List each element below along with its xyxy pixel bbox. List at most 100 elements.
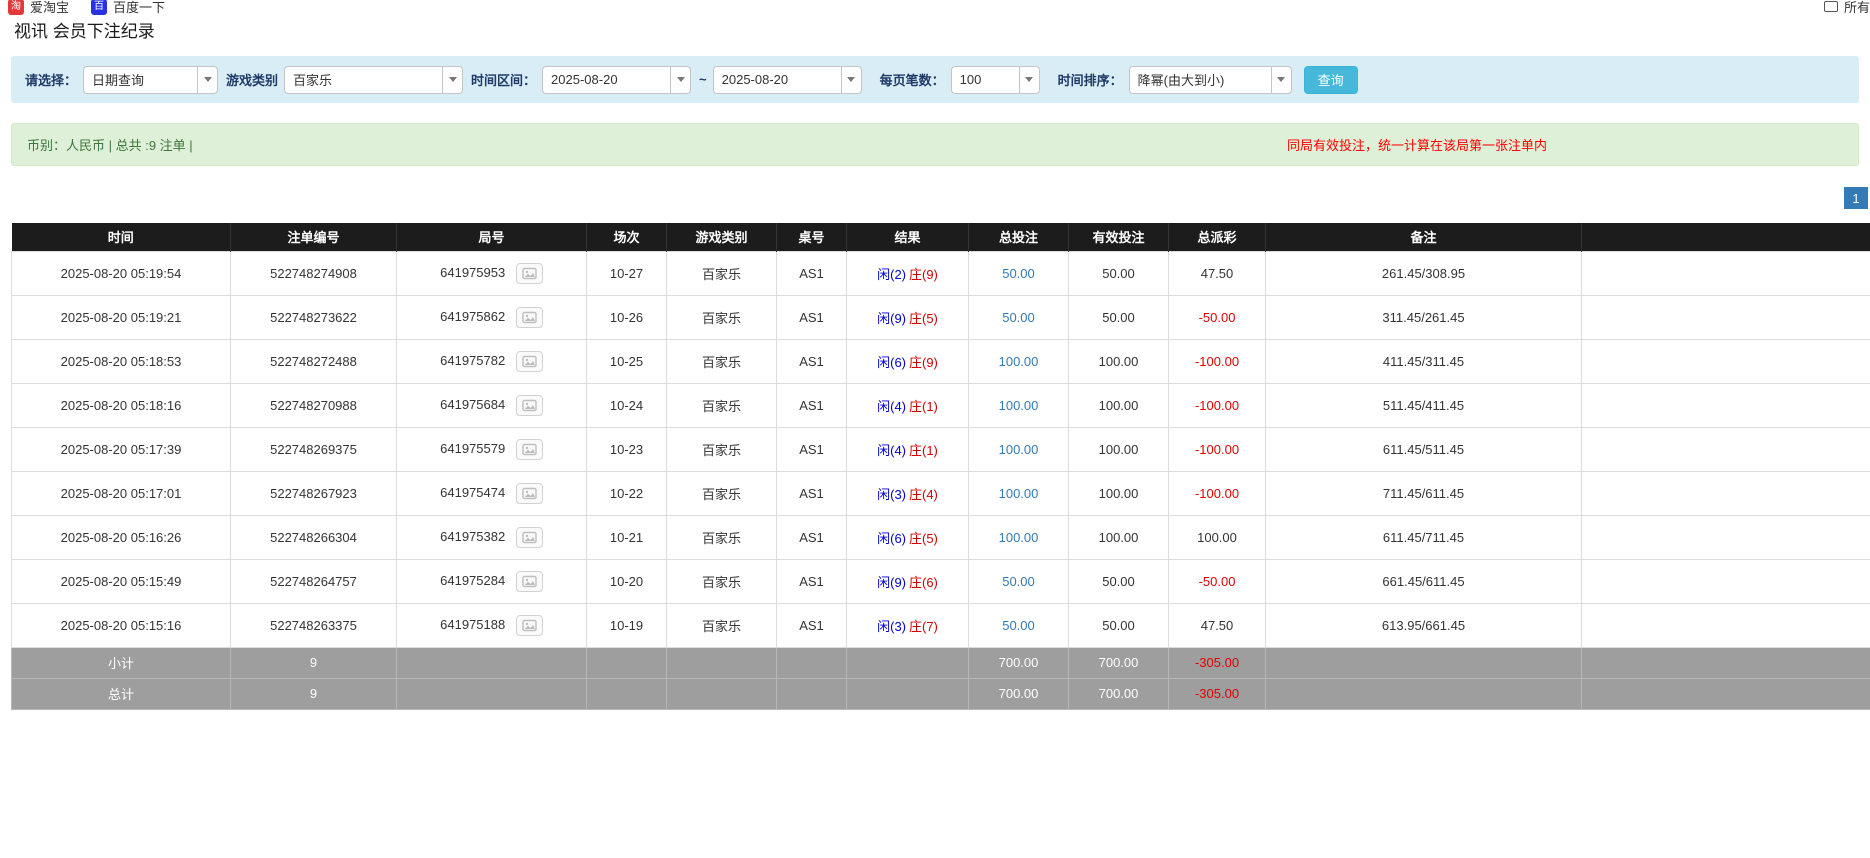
cell-note: 311.45/261.45 [1266,295,1582,339]
cell-bet-number: 522748263375 [231,603,397,647]
sort-order-label: 时间排序： [1058,70,1123,89]
chevron-down-icon [449,77,457,82]
card-preview-icon[interactable] [516,395,543,416]
date-to-dropdown-button[interactable] [841,66,862,94]
page-size-input[interactable] [951,66,1019,94]
bet-records-table: 时间 注单编号 局号 场次 游戏类别 桌号 结果 总投注 有效投注 总派彩 备注… [11,223,1870,710]
cell-note: 611.45/711.45 [1266,515,1582,559]
bookmark-taobao[interactable]: 淘 爱淘宝 [8,0,69,15]
cell-table-number: AS1 [777,383,847,427]
table-row: 2025-08-20 05:17:01 522748267923 6419754… [12,471,1870,515]
cell-filler [1582,251,1870,295]
card-preview-icon[interactable] [516,439,543,460]
bookmark-baidu[interactable]: 百 百度一下 [91,0,165,15]
total-bet-link[interactable]: 100.00 [999,530,1039,545]
cell-filler [1582,383,1870,427]
col-header-total-bet: 总投注 [969,223,1069,251]
card-preview-icon[interactable] [516,351,543,372]
table-row: 2025-08-20 05:17:39 522748269375 6419755… [12,427,1870,471]
subtotal-total-bet: 700.00 [969,647,1069,678]
date-range-separator: ~ [699,72,707,87]
cell-result: 闲(4)庄(1) [847,383,969,427]
game-type-combo [284,66,463,94]
cell-game-type: 百家乐 [667,251,777,295]
total-bet-link[interactable]: 50.00 [1002,310,1035,325]
total-bet-link[interactable]: 100.00 [999,486,1039,501]
cell-filler [1582,471,1870,515]
date-from-dropdown-button[interactable] [670,66,691,94]
taobao-icon: 淘 [8,0,24,15]
date-to-input[interactable] [713,66,841,94]
cell-time: 2025-08-20 05:15:49 [12,559,231,603]
cell-game-type: 百家乐 [667,515,777,559]
cell-table-number: AS1 [777,515,847,559]
bookmarks-folder-button[interactable]: 所有 [1824,0,1870,15]
image-icon [522,267,537,280]
query-type-label: 请选择： [25,70,77,89]
total-bet-link[interactable]: 100.00 [999,442,1039,457]
cell-result: 闲(3)庄(4) [847,471,969,515]
game-type-dropdown-button[interactable] [442,66,463,94]
total-bet-link[interactable]: 50.00 [1002,266,1035,281]
cell-game-type: 百家乐 [667,471,777,515]
result-player: 闲(4) [877,443,906,458]
page-size-dropdown-button[interactable] [1019,66,1040,94]
col-header-bet-number: 注单编号 [231,223,397,251]
cell-payout: -100.00 [1169,383,1266,427]
folder-icon [1824,1,1838,12]
card-preview-icon[interactable] [516,571,543,592]
cell-total-bet: 100.00 [969,383,1069,427]
sort-order-dropdown-button[interactable] [1271,66,1292,94]
card-preview-icon[interactable] [516,263,543,284]
subtotal-empty [587,647,667,678]
cell-valid-bet: 100.00 [1069,427,1169,471]
sort-order-input[interactable] [1129,66,1271,94]
result-banker: 庄(1) [909,399,938,414]
date-to-combo [713,66,862,94]
chevron-down-icon [847,77,855,82]
total-bet-link[interactable]: 100.00 [999,354,1039,369]
subtotal-payout: -305.00 [1169,647,1266,678]
card-preview-icon[interactable] [516,483,543,504]
date-from-input[interactable] [542,66,670,94]
subtotal-valid-bet: 700.00 [1069,647,1169,678]
total-bet-link[interactable]: 50.00 [1002,618,1035,633]
round-number-text: 641975474 [440,484,505,499]
query-type-dropdown-button[interactable] [197,66,218,94]
cell-table-number: AS1 [777,427,847,471]
total-bet-link[interactable]: 50.00 [1002,574,1035,589]
grand-total-payout: -305.00 [1169,678,1266,709]
result-banker: 庄(4) [909,487,938,502]
cell-total-bet: 50.00 [969,295,1069,339]
card-preview-icon[interactable] [516,527,543,548]
cell-total-bet: 100.00 [969,471,1069,515]
cell-result: 闲(3)庄(7) [847,603,969,647]
image-icon [522,443,537,456]
result-banker: 庄(5) [909,311,938,326]
cell-session: 10-20 [587,559,667,603]
total-bet-link[interactable]: 100.00 [999,398,1039,413]
cell-round-number: 641975188 [397,603,587,647]
grand-total-count: 9 [231,678,397,709]
round-number-text: 641975188 [440,616,505,631]
subtotal-empty [1582,647,1870,678]
search-button[interactable]: 查询 [1304,66,1358,94]
game-type-input[interactable] [284,66,442,94]
card-preview-icon[interactable] [516,307,543,328]
card-preview-icon[interactable] [516,615,543,636]
cell-table-number: AS1 [777,471,847,515]
result-banker: 庄(6) [909,575,938,590]
grand-total-label: 总计 [12,678,231,709]
image-icon [522,311,537,324]
cell-time: 2025-08-20 05:18:16 [12,383,231,427]
round-number-text: 641975862 [440,308,505,323]
query-type-input[interactable] [83,66,197,94]
cell-round-number: 641975579 [397,427,587,471]
cell-round-number: 641975382 [397,515,587,559]
table-body: 2025-08-20 05:19:54 522748274908 6419759… [12,251,1870,647]
col-header-session: 场次 [587,223,667,251]
chevron-down-icon [677,77,685,82]
round-number-text: 641975782 [440,352,505,367]
page-1-button[interactable]: 1 [1844,187,1868,209]
cell-table-number: AS1 [777,339,847,383]
